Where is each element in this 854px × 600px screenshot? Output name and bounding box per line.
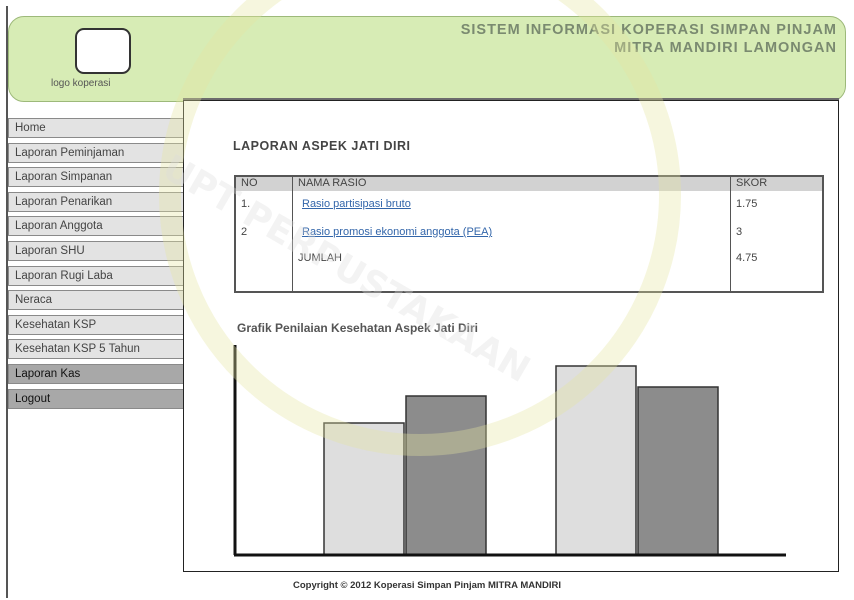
table-cell-no: 1. [241,198,251,210]
column-header-nama-rasio: NAMA RASIO [298,177,367,189]
column-header-no: NO [241,177,258,189]
sidebar-item-laporan-shu[interactable]: Laporan SHU [8,240,184,261]
sidebar-nav: Home Laporan Peminjaman Laporan Simpanan… [8,118,184,413]
report-title: LAPORAN ASPEK JATI DIRI [233,139,411,153]
chart-bar-2-2 [637,386,719,556]
sidebar-item-kesehatan-ksp[interactable]: Kesehatan KSP [8,314,184,335]
chart-bar-1-2 [405,395,487,556]
sidebar-item-logout[interactable]: Logout [8,388,184,409]
table-cell-jumlah-skor: 4.75 [736,252,758,264]
aspek-jati-diri-chart: Grafik Penilaian Kesehatan Aspek Jati Di… [232,311,792,561]
sidebar-item-neraca[interactable]: Neraca [8,290,184,311]
table-cell-jumlah-label: JUMLAH [298,252,343,264]
logo-label: logo koperasi [51,78,111,89]
table-cell-skor: 1.75 [736,198,758,210]
table-cell-skor: 3 [736,226,743,238]
app-title: SISTEM INFORMASI KOPERASI SIMPAN PINJAM … [461,21,837,57]
chart-plot [233,345,786,557]
chart-bar-1-1 [323,422,405,556]
app-title-line2: MITRA MANDIRI LAMONGAN [614,40,837,56]
app-title-line1: SISTEM INFORMASI KOPERASI SIMPAN PINJAM [460,22,837,38]
sidebar-item-laporan-kas[interactable]: Laporan Kas [8,363,184,384]
sidebar-item-laporan-rugi-laba[interactable]: Laporan Rugi Laba [8,265,184,286]
header-banner: logo koperasi SISTEM INFORMASI KOPERASI … [8,16,846,102]
sidebar-item-home[interactable]: Home [8,118,184,138]
content-panel: LAPORAN ASPEK JATI DIRI NO NAMA RASIO SK… [183,100,839,572]
table-column-divider [730,177,731,291]
ratio-link-partisipasi-bruto[interactable]: Rasio partisipasi bruto [302,198,411,210]
sidebar-item-laporan-anggota[interactable]: Laporan Anggota [8,216,184,237]
sidebar-item-laporan-penarikan[interactable]: Laporan Penarikan [8,191,184,212]
sidebar-item-laporan-simpanan[interactable]: Laporan Simpanan [8,167,184,188]
copyright-footer: Copyright © 2012 Koperasi Simpan Pinjam … [293,580,561,591]
table-column-divider [292,177,293,291]
logo-placeholder-icon [75,28,131,74]
ratio-link-promosi-ekonomi-anggota[interactable]: Rasio promosi ekonomi anggota (PEA) [302,226,492,238]
sidebar-item-kesehatan-ksp-5-tahun[interactable]: Kesehatan KSP 5 Tahun [8,339,184,360]
table-cell-no: 2 [241,226,248,238]
column-header-skor: SKOR [736,177,768,189]
ratio-table: NO NAMA RASIO SKOR 1. Rasio partisipasi … [234,175,824,293]
sidebar-item-laporan-peminjaman[interactable]: Laporan Peminjaman [8,142,184,163]
chart-bar-2-1 [555,365,637,556]
